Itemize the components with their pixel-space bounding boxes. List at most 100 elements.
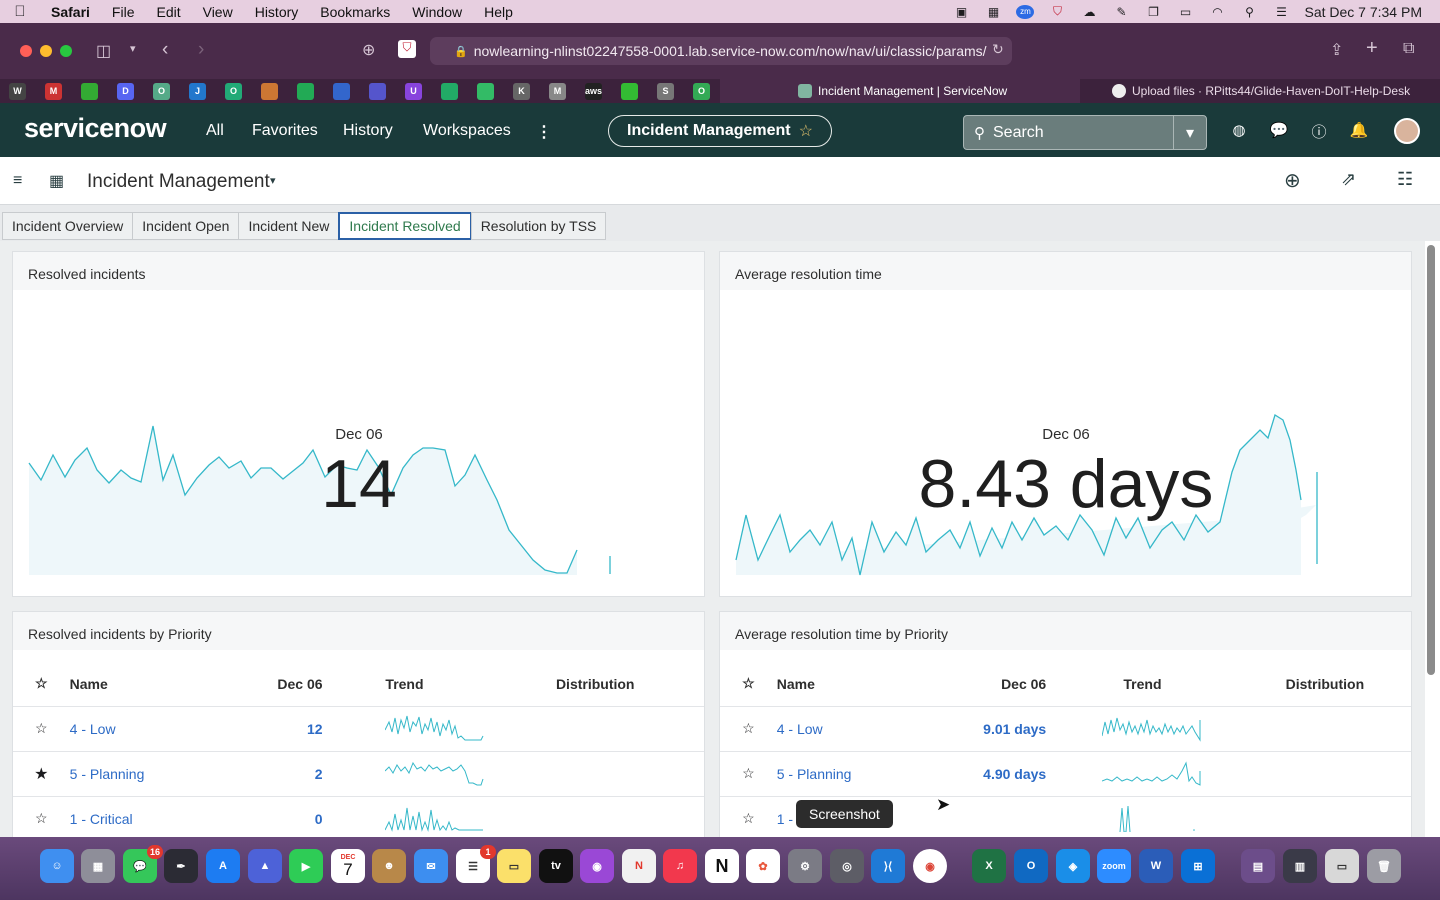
forward-icon[interactable]: › <box>198 39 204 61</box>
zoom-window-button[interactable] <box>60 45 72 57</box>
favorite-bookmark-icon[interactable]: M <box>549 82 566 100</box>
star-filled-icon[interactable]: ★ <box>13 750 70 796</box>
tab-incident-resolved[interactable]: Incident Resolved <box>338 212 472 240</box>
more-menu-icon[interactable]: ⋮ <box>536 122 552 142</box>
priority-value[interactable]: 4.90 days <box>928 750 1047 796</box>
share-icon[interactable]: ⇪ <box>1330 40 1343 60</box>
minimize-window-button[interactable] <box>40 45 52 57</box>
filter-settings-icon[interactable]: ☷ <box>1397 169 1413 190</box>
mcafee-status-icon[interactable]: ⛉ <box>1048 4 1066 19</box>
priority-link[interactable]: 4 - Low <box>776 705 929 751</box>
dashboard-grid-icon[interactable]: ▦ <box>49 171 64 191</box>
favorite-bookmark-icon[interactable] <box>261 82 278 100</box>
favorite-bookmark-icon[interactable]: W <box>9 82 26 100</box>
word-icon[interactable]: W <box>1139 849 1173 883</box>
column-date[interactable]: Dec 06 <box>221 662 322 706</box>
nav-favorites[interactable]: Favorites <box>252 122 318 140</box>
priority-value[interactable]: 9.01 days <box>928 705 1047 751</box>
chrome-icon[interactable]: ◉ <box>913 849 947 883</box>
content-scrollbar[interactable] <box>1427 245 1435 675</box>
nav-history[interactable]: History <box>343 122 393 140</box>
favorite-bookmark-icon[interactable] <box>369 82 386 100</box>
add-widget-icon[interactable]: ⊕ <box>1284 168 1301 193</box>
address-bar[interactable]: 🔒 nowlearning-nlinst02247558-0001.lab.se… <box>430 37 1012 65</box>
page-title[interactable]: Incident Management <box>87 171 270 193</box>
screenshot-status-icon[interactable]: ▣ <box>952 5 970 19</box>
battery-icon[interactable]: ▭ <box>1176 5 1194 19</box>
windows-app-icon[interactable]: ⊞ <box>1181 849 1215 883</box>
favorite-bookmark-icon[interactable] <box>477 82 494 100</box>
chevron-down-icon[interactable]: ▾ <box>130 42 136 55</box>
tab-incident-open[interactable]: Incident Open <box>132 212 240 240</box>
priority-link[interactable]: 1 - Critical <box>69 795 222 837</box>
nav-all[interactable]: All <box>206 122 224 140</box>
facetime-icon[interactable]: ▶ <box>289 849 323 883</box>
help-icon[interactable]: ⓘ <box>1309 121 1329 142</box>
downloads-stack-icon[interactable]: ▥ <box>1283 849 1317 883</box>
avg-time-value[interactable]: 8.43 days <box>866 445 1266 523</box>
priority-link[interactable]: 5 - Planning <box>69 750 222 796</box>
new-tab-icon[interactable]: + <box>1366 37 1378 60</box>
favorite-bookmark-icon[interactable]: S <box>657 82 674 100</box>
system-settings-icon[interactable]: ⚙ <box>788 849 822 883</box>
hamburger-menu-icon[interactable]: ≡ <box>13 172 22 190</box>
extension-icon[interactable]: ⛉ <box>398 40 416 58</box>
triangle-app-icon[interactable]: ▲ <box>248 849 282 883</box>
resolved-count-value[interactable]: 14 <box>259 445 459 523</box>
display-status-icon[interactable]: ❐ <box>1144 5 1162 19</box>
menu-bookmarks[interactable]: Bookmarks <box>309 4 401 20</box>
menubar-datetime[interactable]: Sat Dec 7 7:34 PM <box>1304 4 1422 20</box>
vscode-icon[interactable]: ⟩⟨ <box>871 849 905 883</box>
mail-icon[interactable]: ✉ <box>414 849 448 883</box>
tab-incident-management[interactable]: Incident Management | ServiceNow <box>720 79 1080 103</box>
menu-window[interactable]: Window <box>401 4 473 20</box>
search-scope-dropdown-icon[interactable]: ▾ <box>1173 116 1206 149</box>
column-date[interactable]: Dec 06 <box>929 662 1046 706</box>
excel-icon[interactable]: X <box>972 849 1006 883</box>
zoom-icon[interactable]: zoom <box>1097 849 1131 883</box>
zoom-status-icon[interactable]: zm <box>1016 4 1035 19</box>
podcasts-icon[interactable]: ◉ <box>580 849 614 883</box>
close-window-button[interactable] <box>20 45 32 57</box>
messages-icon[interactable]: 💬 16 <box>123 845 163 883</box>
apple-tv-icon[interactable]: tv <box>539 849 573 883</box>
favorite-bookmark-icon[interactable]: aws <box>585 82 602 100</box>
calendar-icon[interactable]: DEC 7 <box>331 849 365 883</box>
column-name[interactable]: Name <box>70 662 222 706</box>
star-icon[interactable]: ☆ <box>13 705 70 751</box>
menu-app-safari[interactable]: Safari <box>40 4 101 20</box>
share-dashboard-icon[interactable]: ⇗ <box>1341 169 1356 190</box>
menu-history[interactable]: History <box>244 4 310 20</box>
apple-menu-icon[interactable]:  <box>0 3 40 20</box>
star-header-icon[interactable]: ☆ <box>720 662 777 706</box>
favorite-bookmark-icon[interactable] <box>333 82 350 100</box>
news-icon[interactable]: N <box>622 849 656 883</box>
priority-value[interactable]: 0 <box>221 795 323 837</box>
favorite-bookmark-icon[interactable]: J <box>189 82 206 100</box>
priority-value[interactable]: 2 <box>221 750 323 796</box>
wifi-icon[interactable]: ◠ <box>1208 5 1226 19</box>
priority-value[interactable]: 12 <box>221 705 323 751</box>
nav-workspaces[interactable]: Workspaces <box>423 122 511 140</box>
finder-icon[interactable]: ☺ <box>40 849 74 883</box>
tab-incident-new[interactable]: Incident New <box>238 212 340 240</box>
favorite-bookmark-icon[interactable]: M <box>45 82 62 100</box>
title-dropdown-icon[interactable]: ▾ <box>270 174 276 187</box>
star-icon[interactable]: ☆ <box>720 795 777 837</box>
documents-stack-icon[interactable]: ▭ <box>1325 849 1359 883</box>
pen-app-icon[interactable]: ✒ <box>164 849 198 883</box>
music-icon[interactable]: ♫ <box>663 849 697 883</box>
priority-link[interactable]: 4 - Low <box>69 705 222 751</box>
star-icon[interactable]: ☆ <box>720 750 777 796</box>
column-name[interactable]: Name <box>777 662 929 706</box>
star-header-icon[interactable]: ☆ <box>13 662 70 706</box>
tab-incident-overview[interactable]: Incident Overview <box>2 212 134 240</box>
global-search-input[interactable]: ⚲ Search ▾ <box>963 115 1207 150</box>
favorite-bookmark-icon[interactable]: K <box>513 82 530 100</box>
chat-icon[interactable]: 💬 <box>1269 121 1289 139</box>
trash-icon[interactable]: 🗑 <box>1367 849 1401 883</box>
control-center-icon[interactable]: ☰ <box>1272 5 1290 19</box>
recent-folder-icon[interactable]: ▤ <box>1241 849 1275 883</box>
sidebar-toggle-icon[interactable]: ◫ <box>96 41 111 61</box>
menu-file[interactable]: File <box>101 4 146 20</box>
